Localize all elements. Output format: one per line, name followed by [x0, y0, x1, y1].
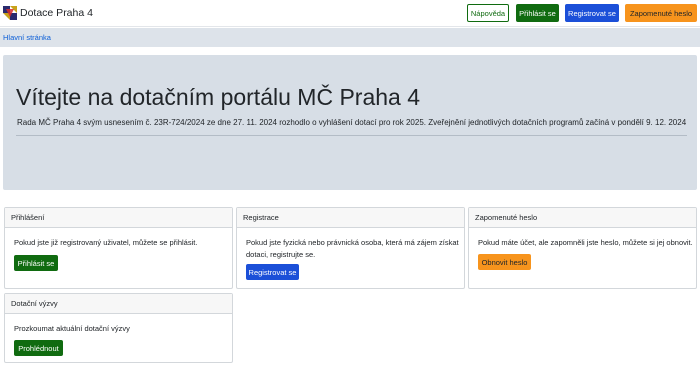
card-text: Pokud jste již registrovaný uživatel, mů… [14, 238, 198, 247]
grant-calls-card: Dotační výzvy Prozkoumat aktuální dotačn… [4, 293, 233, 363]
login-card: Přihlášení Pokud jste již registrovaný u… [4, 207, 233, 289]
brand-title: Dotace Praha 4 [20, 7, 93, 19]
card-text: Pokud máte účet, ale zapomněli jste hesl… [478, 238, 693, 247]
announcement-text: Rada MČ Praha 4 svým usnesením č. 23R-72… [17, 118, 687, 127]
help-button[interactable]: Nápověda [467, 4, 509, 22]
card-title: Zapomenuté heslo [469, 208, 696, 228]
top-navbar: Dotace Praha 4 Nápověda Přihlásit se Reg… [0, 0, 700, 27]
page-title: Vítejte na dotačním portálu MČ Praha 4 [16, 84, 420, 110]
card-text: Prozkoumat aktuální dotační výzvy [14, 324, 130, 333]
card-browse-button[interactable]: Prohlédnout [14, 340, 63, 356]
forgot-password-button[interactable]: Zapomenuté heslo [625, 4, 697, 22]
praha4-logo-icon [3, 6, 17, 20]
card-text-line-1: Pokud jste fyzická nebo právnická osoba,… [246, 238, 459, 247]
card-title: Dotační výzvy [5, 294, 232, 314]
register-button[interactable]: Registrovat se [565, 4, 619, 22]
login-button[interactable]: Přihlásit se [516, 4, 559, 22]
breadcrumb-home-link[interactable]: Hlavní stránka [3, 33, 51, 42]
forgot-password-card: Zapomenuté heslo Pokud máte účet, ale za… [468, 207, 697, 289]
registration-card: Registrace Pokud jste fyzická nebo právn… [236, 207, 465, 289]
divider [16, 135, 687, 136]
card-reset-password-button[interactable]: Obnovit heslo [478, 254, 531, 270]
breadcrumb: Hlavní stránka [0, 28, 700, 47]
card-title: Přihlášení [5, 208, 232, 228]
card-register-button[interactable]: Registrovat se [246, 264, 299, 280]
card-text-line-2: dotaci, registrujte se. [246, 250, 316, 259]
brand[interactable]: Dotace Praha 4 [3, 5, 93, 21]
welcome-banner: Vítejte na dotačním portálu MČ Praha 4 R… [3, 55, 697, 190]
card-login-button[interactable]: Přihlásit se [14, 255, 58, 271]
card-title: Registrace [237, 208, 464, 228]
